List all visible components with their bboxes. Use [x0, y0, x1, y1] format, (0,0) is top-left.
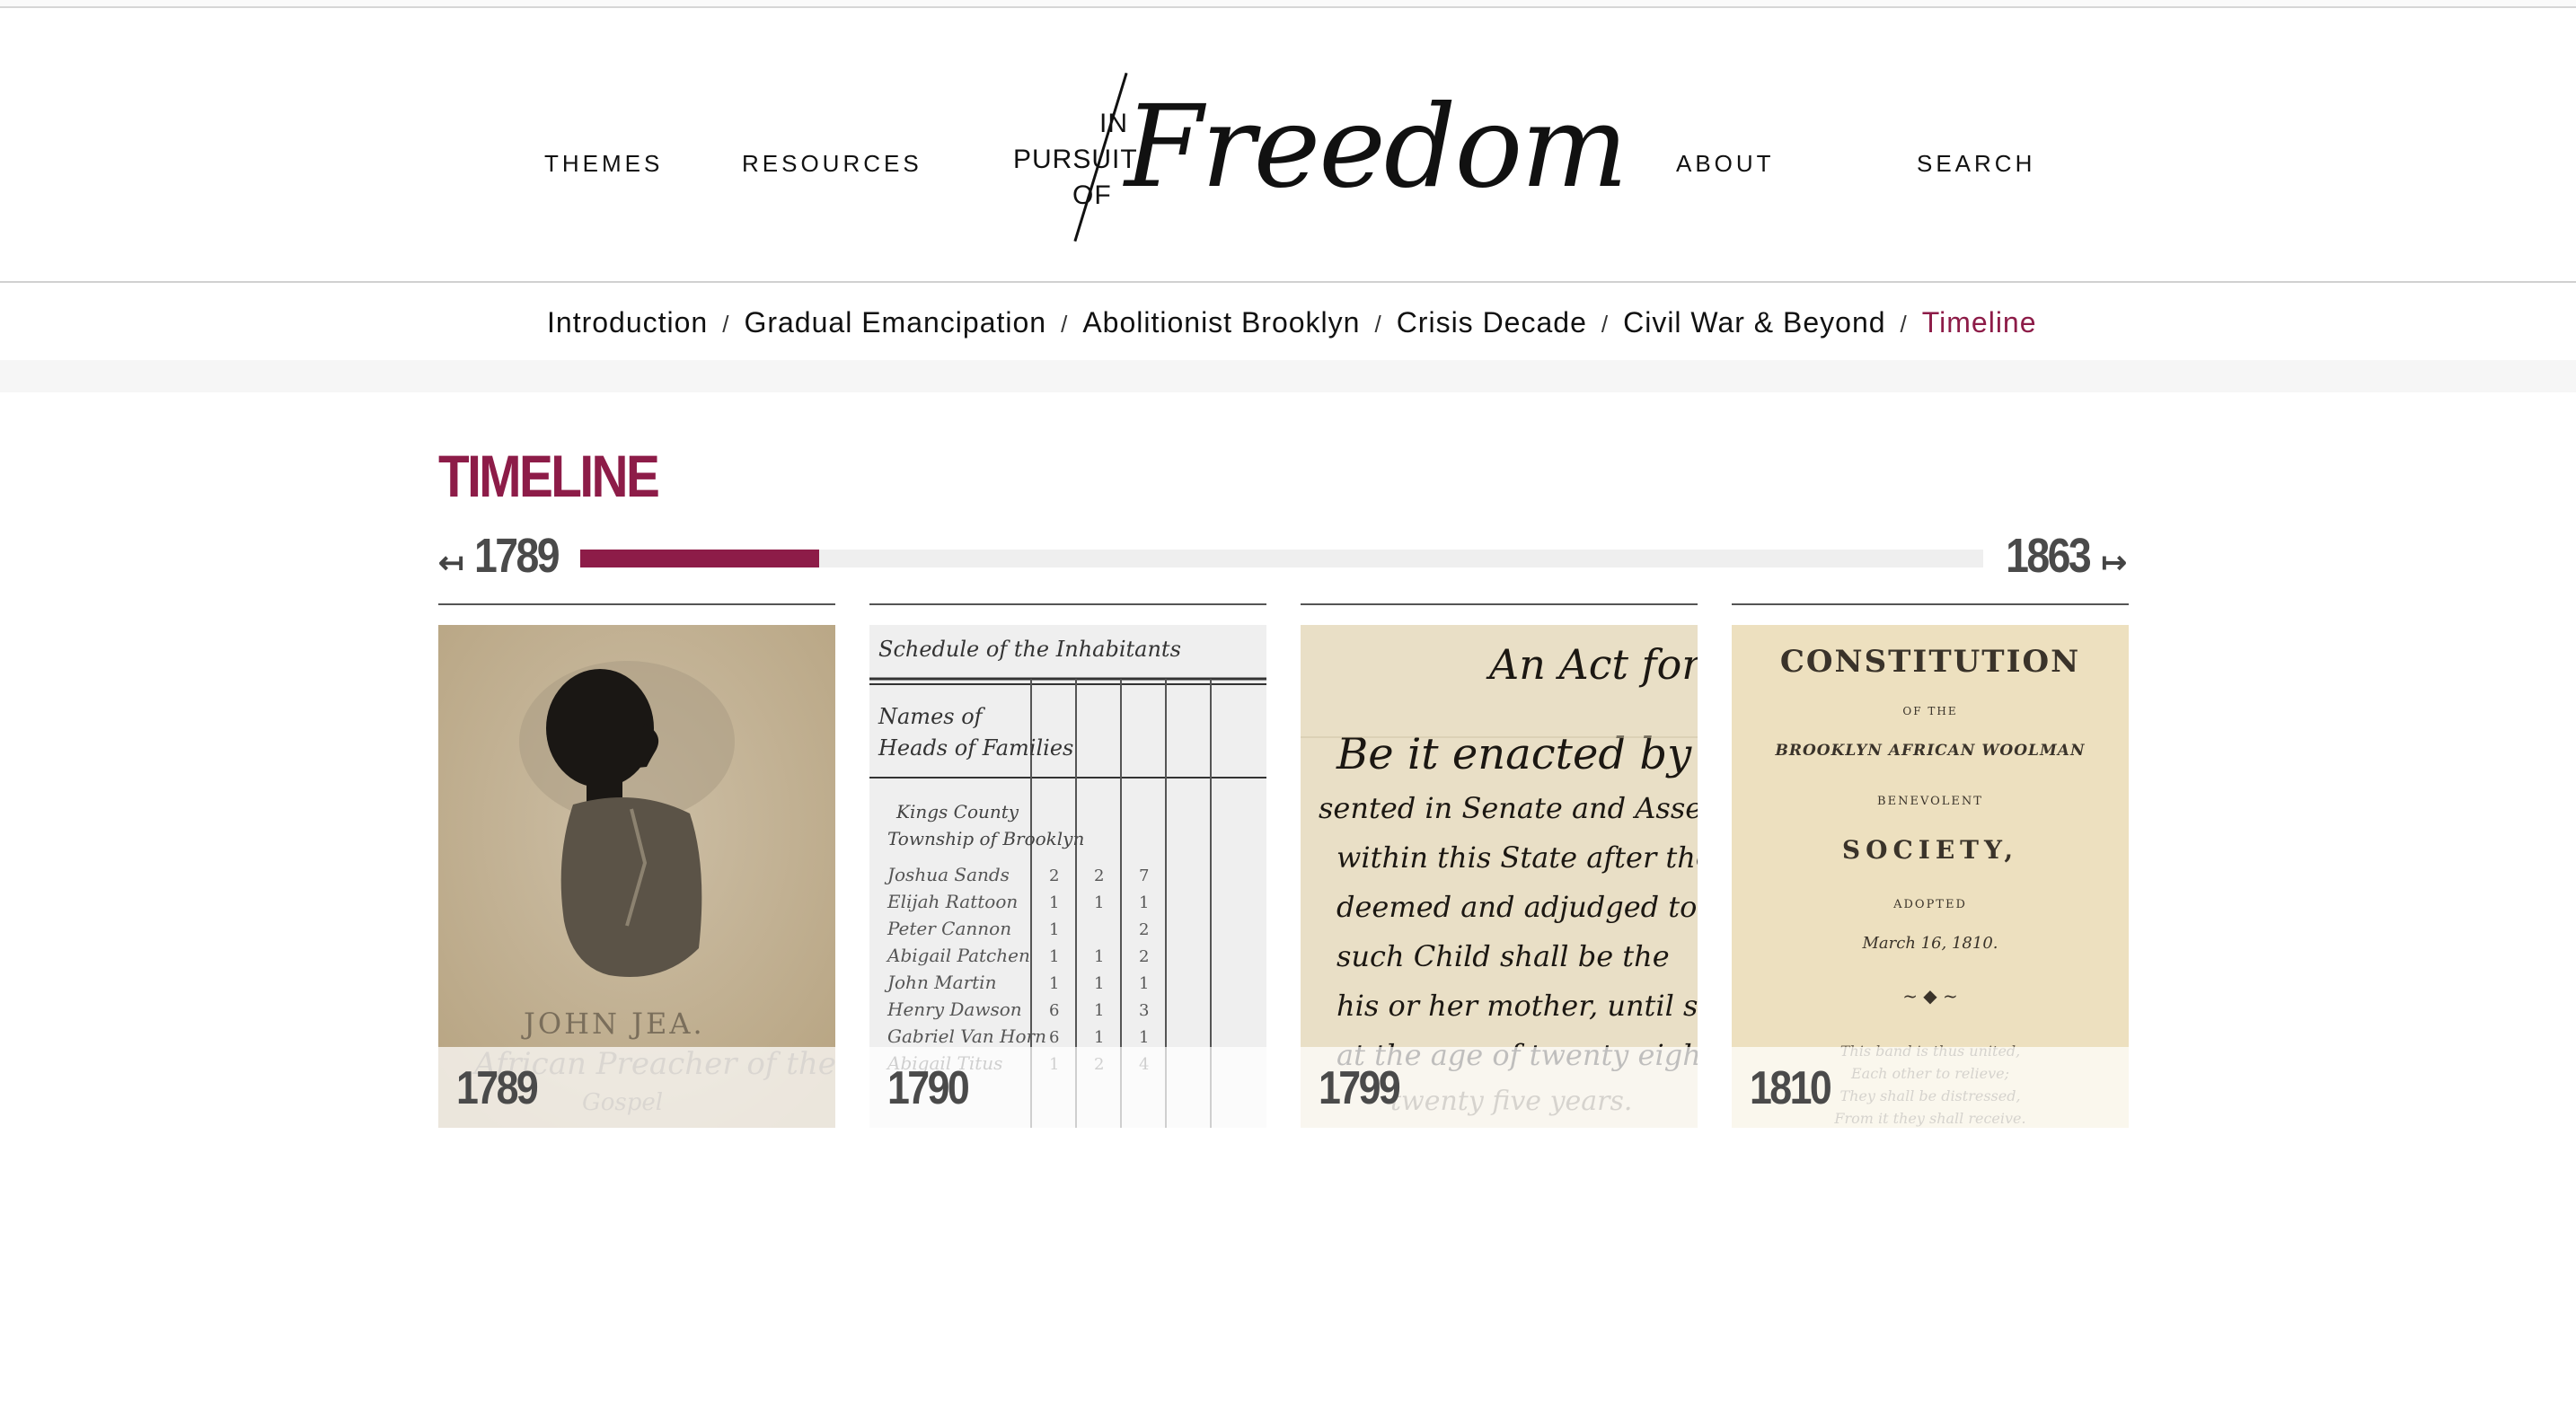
- svg-text:1: 1: [1049, 974, 1059, 993]
- svg-text:1: 1: [1139, 893, 1149, 912]
- timeline-end-year: 1863: [2005, 529, 2092, 583]
- svg-text:An Act for: An Act for: [1486, 640, 1698, 689]
- svg-text:Abigail Patchen: Abigail Patchen: [886, 945, 1030, 966]
- page-title: TIMELINE: [438, 443, 660, 509]
- breadcrumb-introduction[interactable]: Introduction: [547, 306, 708, 339]
- timeline-card[interactable]: Schedule of the Inhabitants Names of Hea…: [869, 603, 1266, 1128]
- timeline-card[interactable]: JOHN JEA. African Preacher of the Gospel…: [438, 603, 835, 1128]
- svg-text:3: 3: [1139, 1001, 1149, 1020]
- svg-text:sented in Senate and Asse: sented in Senate and Asse: [1319, 791, 1698, 825]
- timeline-range: ↤ 1789 1863 ↦: [438, 528, 2127, 584]
- svg-text:CONSTITUTION: CONSTITUTION: [1780, 644, 2080, 680]
- breadcrumb-civil-war-beyond[interactable]: Civil War & Beyond: [1623, 306, 1885, 339]
- svg-text:BROOKLYN AFRICAN WOOLMAN: BROOKLYN AFRICAN WOOLMAN: [1774, 742, 2086, 760]
- svg-text:~ ◆ ~: ~ ◆ ~: [1902, 985, 1958, 1007]
- svg-text:SOCIETY,: SOCIETY,: [1842, 835, 2018, 865]
- svg-text:1: 1: [1094, 947, 1104, 966]
- svg-text:1: 1: [1049, 947, 1059, 966]
- svg-text:1: 1: [1049, 920, 1059, 939]
- svg-text:6: 6: [1049, 1028, 1059, 1047]
- nav-resources[interactable]: RESOURCES: [742, 150, 922, 178]
- breadcrumb-separator: /: [1061, 311, 1069, 338]
- svg-text:2: 2: [1094, 866, 1104, 885]
- logo-word-freedom: Freedom: [1125, 81, 1628, 213]
- svg-text:Peter Cannon: Peter Cannon: [887, 918, 1011, 939]
- nav-themes[interactable]: THEMES: [544, 150, 663, 178]
- svg-text:1: 1: [1094, 974, 1104, 993]
- svg-text:ADOPTED: ADOPTED: [1892, 898, 1967, 911]
- svg-text:Kings County: Kings County: [895, 801, 1019, 822]
- svg-text:2: 2: [1139, 920, 1149, 939]
- breadcrumb: Introduction / Gradual Emancipation / Abolit…: [0, 285, 2576, 360]
- nav-search[interactable]: SEARCH: [1917, 150, 2035, 178]
- breadcrumb-separator: /: [722, 311, 730, 338]
- site-logo[interactable]: IN PURSUIT OF Freedom: [1010, 60, 1628, 249]
- svg-text:John Martin: John Martin: [884, 972, 996, 993]
- breadcrumb-crisis-decade[interactable]: Crisis Decade: [1397, 306, 1587, 339]
- card-year: 1799: [1319, 1062, 1401, 1114]
- timeline-cards: JOHN JEA. African Preacher of the Gospel…: [438, 603, 2129, 1128]
- breadcrumb-gradual-emancipation[interactable]: Gradual Emancipation: [744, 306, 1046, 339]
- card-year: 1790: [887, 1062, 970, 1114]
- logo-word-pursuit: PURSUIT: [1013, 145, 1138, 174]
- svg-text:Henry Dawson: Henry Dawson: [887, 998, 1022, 1020]
- svg-text:deemed and adjudged to be: deemed and adjudged to be: [1337, 890, 1698, 924]
- breadcrumb-separator: /: [1601, 311, 1610, 338]
- timeline-scrubber[interactable]: [580, 550, 1983, 567]
- timeline-start-year: 1789: [474, 529, 560, 583]
- svg-text:Be it enacted by the: Be it enacted by the: [1336, 729, 1698, 779]
- svg-text:March 16, 1810.: March 16, 1810.: [1861, 934, 1998, 953]
- card-year: 1789: [456, 1062, 539, 1114]
- nav-about[interactable]: ABOUT: [1676, 150, 1775, 178]
- svg-text:Heads of Families: Heads of Families: [878, 735, 1073, 761]
- svg-text:Names of: Names of: [878, 704, 986, 729]
- svg-text:1: 1: [1094, 1001, 1104, 1020]
- svg-text:Schedule of the Inhabitants: Schedule of the Inhabitants: [878, 637, 1181, 662]
- top-border: [0, 0, 2576, 8]
- svg-text:2: 2: [1139, 947, 1149, 966]
- breadcrumb-abolitionist-brooklyn[interactable]: Abolitionist Brooklyn: [1082, 306, 1360, 339]
- svg-text:1: 1: [1049, 893, 1059, 912]
- section-band: [0, 360, 2576, 392]
- site-header: THEMES RESOURCES IN PURSUIT OF Freedom A…: [0, 8, 2576, 283]
- svg-text:such Child shall be the: such Child shall be the: [1337, 939, 1670, 973]
- svg-text:Elijah Rattoon: Elijah Rattoon: [887, 891, 1018, 912]
- svg-text:Township of Brooklyn: Township of Brooklyn: [887, 828, 1084, 849]
- svg-text:7: 7: [1139, 866, 1149, 885]
- svg-text:within this State after the: within this State after the: [1337, 840, 1698, 875]
- card-year: 1810: [1750, 1062, 1832, 1114]
- timeline-prev-arrow-icon[interactable]: ↤: [438, 548, 464, 578]
- svg-text:1: 1: [1139, 1028, 1149, 1047]
- svg-text:1: 1: [1094, 1028, 1104, 1047]
- timeline-next-arrow-icon[interactable]: ↦: [2102, 548, 2128, 578]
- svg-text:BENEVOLENT: BENEVOLENT: [1877, 795, 1983, 808]
- breadcrumb-separator: /: [1900, 311, 1908, 338]
- svg-text:Joshua Sands: Joshua Sands: [884, 864, 1010, 885]
- timeline-card[interactable]: CONSTITUTION OF THE BROOKLYN AFRICAN WOO…: [1732, 603, 2129, 1128]
- svg-text:JOHN JEA.: JOHN JEA.: [521, 1007, 705, 1041]
- timeline-progress-fill: [580, 550, 819, 567]
- svg-text:OF THE: OF THE: [1902, 705, 1957, 717]
- svg-text:1: 1: [1094, 893, 1104, 912]
- svg-text:6: 6: [1049, 1001, 1059, 1020]
- timeline-card[interactable]: An Act for Be it enacted by the sented i…: [1301, 603, 1698, 1128]
- breadcrumb-separator: /: [1374, 311, 1382, 338]
- svg-text:his or her mother, until sev: his or her mother, until sev: [1337, 989, 1698, 1023]
- svg-text:2: 2: [1049, 866, 1059, 885]
- svg-text:1: 1: [1139, 974, 1149, 993]
- breadcrumb-timeline[interactable]: Timeline: [1922, 306, 2037, 339]
- svg-text:Gabriel Van Horn: Gabriel Van Horn: [887, 1025, 1046, 1047]
